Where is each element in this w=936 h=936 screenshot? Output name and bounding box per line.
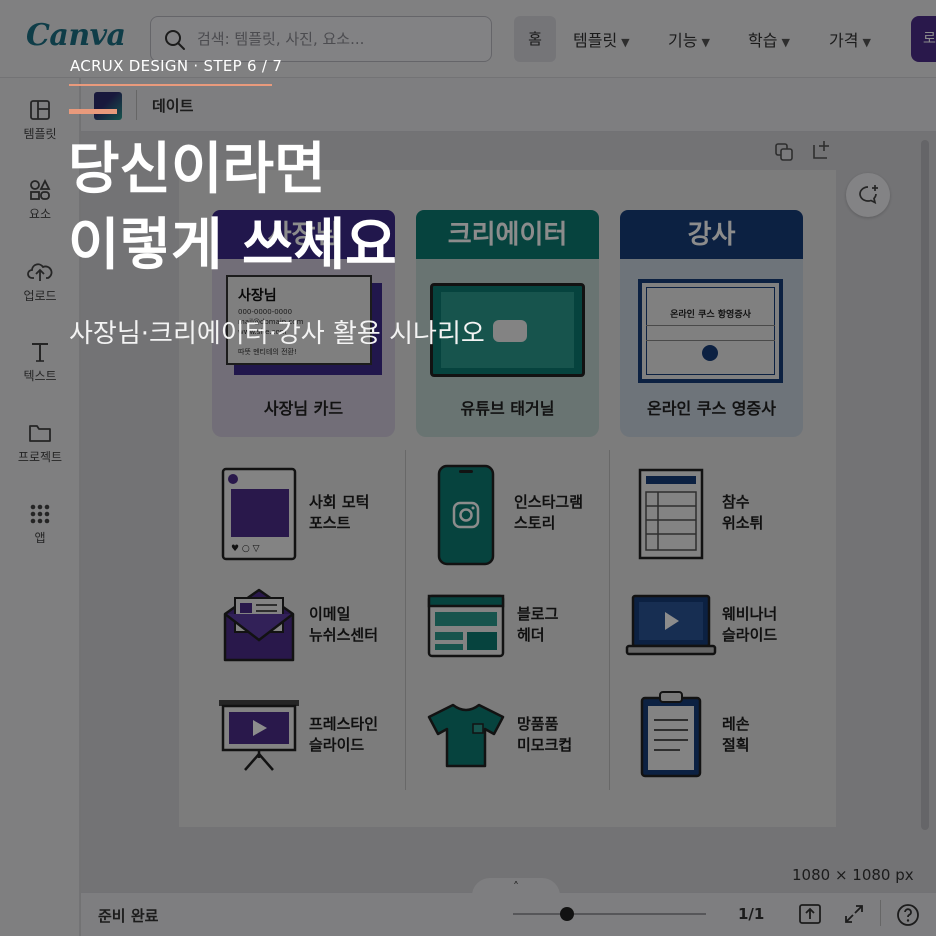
- browser-icon: [427, 594, 505, 658]
- phone-icon: [437, 464, 495, 566]
- upload-icon: [27, 263, 53, 281]
- tile-label: 프레스타인 슬라이드: [309, 715, 379, 754]
- add-page-icon[interactable]: [810, 139, 832, 161]
- canvas-size: 1080 × 1080 px: [792, 866, 914, 884]
- clipboard-icon: [640, 691, 702, 778]
- sidebar-item-label: 업로드: [23, 289, 57, 303]
- document-header: [81, 78, 936, 132]
- sidebar-item-label: 템플릿: [23, 127, 57, 141]
- business-card-name: 사장님: [238, 288, 277, 304]
- nav-learn[interactable]: 학습 ▼: [748, 27, 790, 51]
- chevron-down-icon: ▼: [701, 36, 710, 49]
- template-icon: [30, 100, 50, 120]
- sidebar-item-projects[interactable]: 프로젝트: [0, 421, 80, 465]
- worksheet-icon: [638, 468, 704, 560]
- zoom-slider-handle[interactable]: [560, 907, 575, 921]
- seal-icon: [702, 345, 718, 361]
- search-box[interactable]: [150, 16, 492, 62]
- feature-label: 사장님 카드: [263, 399, 344, 418]
- play-icon: [493, 320, 527, 342]
- tshirt-icon: [427, 703, 505, 768]
- certificate: 온라인 쿠스 항영증사: [638, 279, 783, 383]
- zoom-slider[interactable]: [513, 913, 706, 915]
- chevron-down-icon: ▼: [781, 36, 790, 49]
- column-header-instructor: 강사: [620, 210, 803, 260]
- tile-label: 레손 절획: [722, 715, 750, 754]
- overlay-accent-line: [69, 84, 272, 86]
- nav-features[interactable]: 기능 ▼: [668, 27, 710, 51]
- chevron-up-icon: ˄: [513, 880, 519, 894]
- sidebar-item-label: 앱: [34, 531, 46, 545]
- sidebar-item-apps[interactable]: 앱: [0, 502, 80, 546]
- header-divider: [136, 90, 137, 120]
- login-button[interactable]: 로: [911, 16, 936, 62]
- page-panel-toggle[interactable]: ˄: [472, 878, 560, 896]
- search-input[interactable]: [197, 27, 477, 51]
- sidebar-item-label: 텍스트: [23, 369, 57, 383]
- presentation-icon: [219, 700, 299, 771]
- present-icon[interactable]: [797, 902, 823, 926]
- certificate-lines: [646, 325, 775, 341]
- nav-features-label: 기능: [668, 31, 698, 50]
- vertical-scrollbar[interactable]: [921, 140, 929, 830]
- sidebar-item-label: 프로젝트: [17, 450, 63, 464]
- certificate-title: 온라인 쿠스 항영증사: [670, 310, 751, 320]
- nav-templates[interactable]: 템플릿 ▼: [573, 27, 630, 51]
- nav-templates-label: 템플릿: [573, 31, 618, 50]
- status-label: 준비 완료: [98, 907, 159, 925]
- comment-button[interactable]: [846, 173, 890, 217]
- document-title[interactable]: 데이트: [152, 95, 193, 116]
- canva-logo[interactable]: Canva: [26, 18, 126, 53]
- feature-panel-instructor: 온라인 쿠스 항영증사 온라인 쿠스 영증사: [620, 259, 803, 437]
- fullscreen-icon[interactable]: [843, 903, 865, 925]
- feature-label: 온라인 쿠스 영증사: [647, 399, 776, 418]
- tile-label: 블로그 헤더: [517, 605, 559, 644]
- overlay-accent-bar: [69, 109, 117, 114]
- column-header-creator: 크리에이터: [416, 210, 599, 260]
- tile-label: 이메일 뉴쉬스센터: [309, 605, 379, 644]
- comment-icon: [859, 185, 878, 205]
- column-separator: [609, 450, 610, 790]
- laptop-icon: [625, 594, 717, 656]
- chevron-down-icon: ▼: [862, 36, 871, 49]
- nav-learn-label: 학습: [748, 31, 778, 50]
- feature-label: 유튜브 태거닐: [460, 399, 555, 418]
- tile-label: 사회 모턱 포스트: [309, 493, 370, 532]
- nav-pricing-label: 가격: [829, 31, 859, 50]
- chevron-down-icon: ▼: [621, 36, 630, 49]
- help-icon[interactable]: [896, 903, 920, 927]
- tile-label: 망품품 미모크컵: [517, 715, 573, 754]
- overlay-subtitle: 사장님·크리에이터·강사 활용 시나리오: [69, 319, 485, 349]
- search-icon: [165, 30, 185, 50]
- sidebar-item-text[interactable]: 텍스트: [0, 340, 80, 384]
- column-separator: [405, 450, 406, 790]
- status-divider: [880, 900, 881, 926]
- tile-label: 웨비나너 슬라이드: [722, 605, 778, 644]
- nav-home[interactable]: 홈: [514, 16, 556, 62]
- sidebar-item-label: 요소: [28, 207, 52, 221]
- elements-icon: [30, 178, 51, 200]
- folder-icon: [29, 425, 51, 442]
- tile-label: 참수 위소튀: [722, 493, 764, 532]
- overlay-eyebrow: ACRUX DESIGN · STEP 6 / 7: [70, 57, 283, 75]
- tile-label: 인스타그램 스토리: [514, 493, 584, 532]
- svg-text:♥ ○ ▽: ♥ ○ ▽: [231, 544, 260, 554]
- apps-icon: [30, 504, 50, 524]
- social-post-icon: ♥ ○ ▽: [221, 467, 297, 561]
- duplicate-icon[interactable]: [773, 141, 795, 163]
- page-count[interactable]: 1/1: [738, 905, 764, 923]
- overlay-title: 당신이라면 이렇게 쓰세요: [68, 137, 397, 278]
- envelope-icon: [223, 588, 295, 662]
- text-icon: [32, 343, 48, 362]
- document-thumbnail[interactable]: [94, 92, 122, 120]
- nav-pricing[interactable]: 가격 ▼: [829, 27, 871, 51]
